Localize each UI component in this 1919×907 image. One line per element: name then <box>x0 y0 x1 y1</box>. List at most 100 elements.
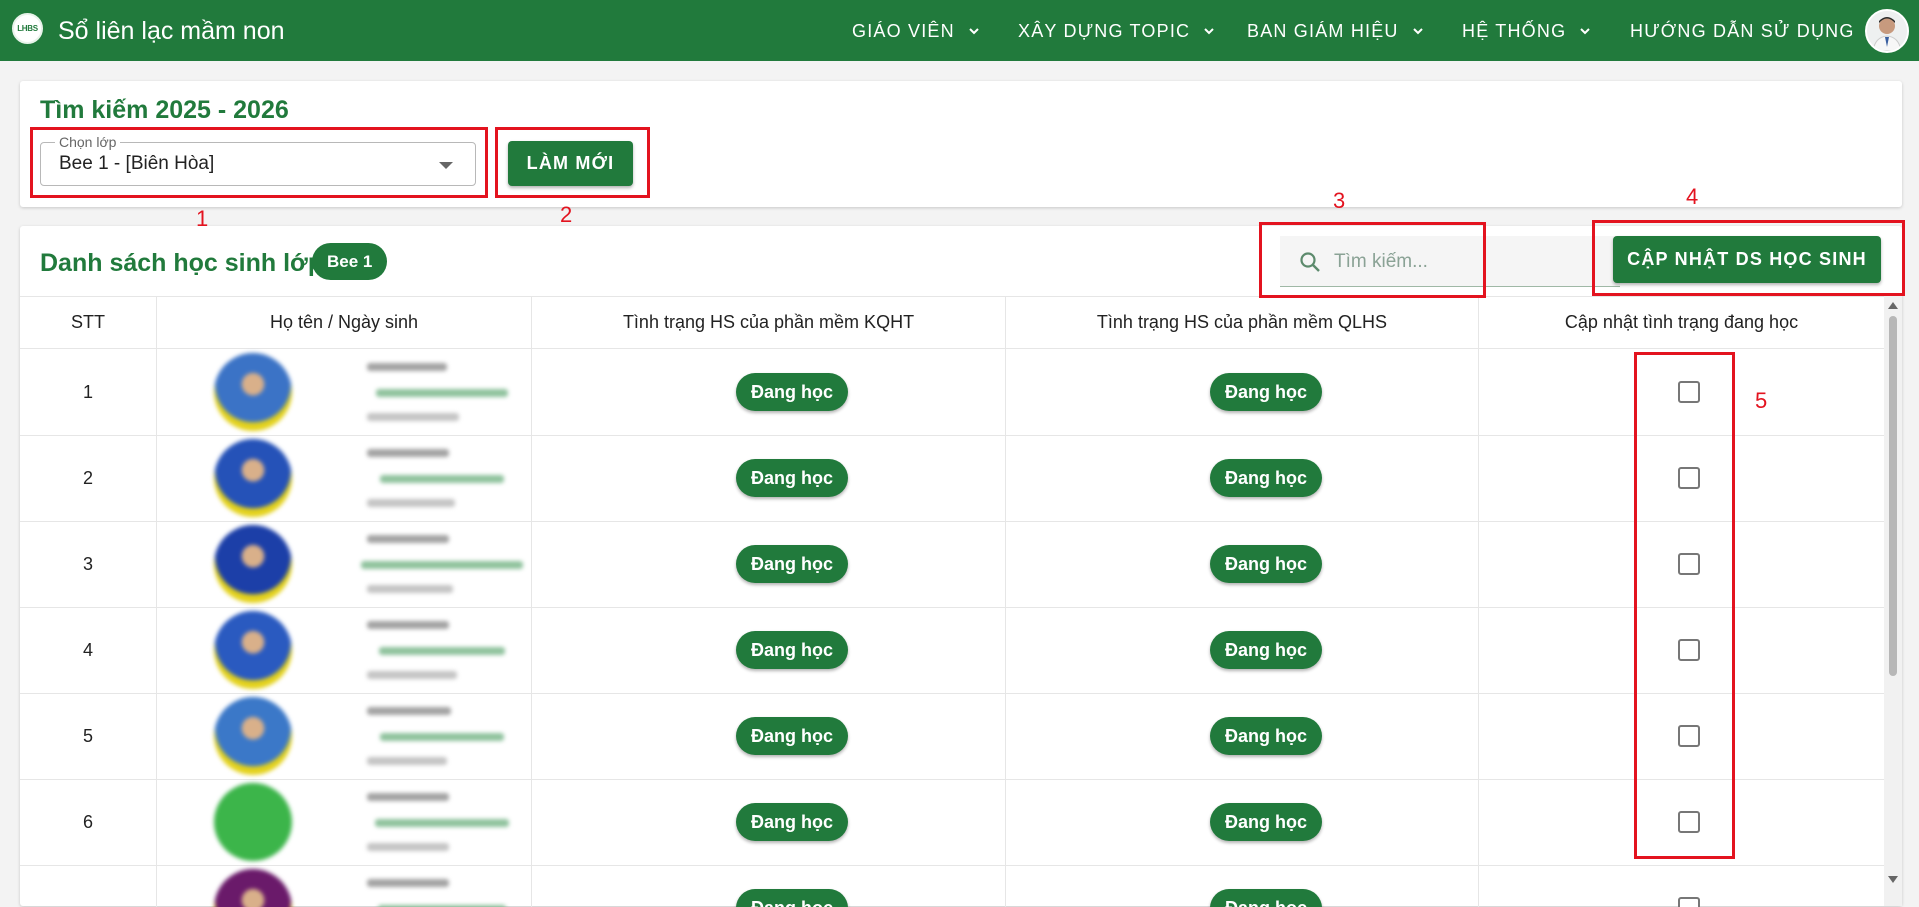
nav-he-thong[interactable]: HỆ THỐNG <box>1462 19 1592 43</box>
student-birthday-redacted <box>367 671 457 679</box>
student-search-input[interactable] <box>1332 244 1606 280</box>
cell-qlhs-status: Đang học <box>1006 349 1479 435</box>
status-badge: Đang học <box>1210 631 1323 669</box>
student-code-redacted <box>367 707 451 715</box>
cell-update-status <box>1479 779 1884 865</box>
status-badge: Đang học <box>1210 545 1323 583</box>
nav-label: XÂY DỰNG TOPIC <box>1018 21 1191 41</box>
chevron-down-icon <box>1202 24 1216 38</box>
cell-kqht-status: Đang học <box>532 693 1006 779</box>
status-badge: Đang học <box>736 803 849 841</box>
search-card: Tìm kiếm 2025 - 2026 Chọn lớp Bee 1 - [B… <box>20 81 1902 207</box>
table-row: Đang họcĐang học <box>20 865 1884 907</box>
cell-stt: 3 <box>20 521 157 607</box>
student-name-redacted <box>379 647 505 655</box>
cell-kqht-status: Đang học <box>532 349 1006 435</box>
status-badge: Đang học <box>1210 803 1323 841</box>
annotation-number-5: 5 <box>1755 388 1768 413</box>
cell-update-status <box>1479 607 1884 693</box>
student-name-redacted <box>380 475 504 483</box>
class-select[interactable]: Chọn lớp Bee 1 - [Biên Hòa] <box>40 134 476 186</box>
annotation-number-3: 3 <box>1333 188 1346 213</box>
table-header: STT Họ tên / Ngày sinh Tình trạng HS của… <box>20 297 1884 349</box>
cell-qlhs-status: Đang học <box>1006 435 1479 521</box>
annotation-number-2: 2 <box>560 202 573 227</box>
cell-update-status <box>1479 865 1884 907</box>
chevron-down-icon <box>967 24 981 38</box>
cell-update-status <box>1479 521 1884 607</box>
cell-qlhs-status: Đang học <box>1006 865 1479 907</box>
student-avatar <box>214 439 292 517</box>
cell-kqht-status: Đang học <box>532 865 1006 907</box>
header-update-status: Cập nhật tình trạng đang học <box>1564 312 1799 332</box>
status-checkbox[interactable] <box>1678 725 1700 747</box>
status-checkbox[interactable] <box>1678 897 1700 907</box>
class-select-value: Bee 1 - [Biên Hòa] <box>59 153 215 174</box>
user-avatar[interactable] <box>1865 9 1909 53</box>
student-birthday-redacted <box>367 757 447 765</box>
cell-update-status <box>1479 693 1884 779</box>
cell-stt: 6 <box>20 779 157 865</box>
student-avatar <box>214 697 292 775</box>
app-logo[interactable]: LHBS <box>12 13 43 44</box>
student-avatar <box>214 353 292 431</box>
status-badge: Đang học <box>736 717 849 755</box>
cell-name-birthday <box>157 779 532 865</box>
search-icon <box>1298 250 1322 274</box>
class-chip: Bee 1 <box>312 243 388 280</box>
app-title[interactable]: Sổ liên lạc mầm non <box>58 16 285 46</box>
student-birthday-redacted <box>367 413 459 421</box>
caret-down-icon <box>439 162 453 169</box>
table-row: 4 Đang học Đang học <box>20 607 1884 694</box>
scroll-up-arrow-icon[interactable] <box>1888 302 1898 309</box>
status-checkbox[interactable] <box>1678 639 1700 661</box>
header-name: Họ tên / Ngày sinh <box>157 297 532 348</box>
cell-name-birthday <box>157 865 532 907</box>
cell-qlhs-status: Đang học <box>1006 607 1479 693</box>
refresh-button[interactable]: LÀM MỚI <box>508 141 633 186</box>
scrollbar-thumb[interactable] <box>1889 316 1897 676</box>
student-list-card: Danh sách học sinh lớp Bee 1 CẬP NHẬT DS… <box>20 226 1902 907</box>
student-name-redacted <box>361 561 523 569</box>
status-checkbox[interactable] <box>1678 553 1700 575</box>
cell-stt: 4 <box>20 607 157 693</box>
cell-stt <box>20 865 157 907</box>
nav-ban-giam-hieu[interactable]: BAN GIÁM HIỆU <box>1247 19 1425 43</box>
cell-qlhs-status: Đang học <box>1006 693 1479 779</box>
status-badge: Đang học <box>736 545 849 583</box>
student-search-field[interactable] <box>1280 236 1620 287</box>
cell-name-birthday <box>157 349 532 435</box>
cell-update-status <box>1479 435 1884 521</box>
nav-xay-dung-topic[interactable]: XÂY DỰNG TOPIC <box>1018 19 1216 43</box>
status-checkbox[interactable] <box>1678 381 1700 403</box>
table-row: 1 Đang học Đang học <box>20 349 1884 436</box>
nav-giao-vien[interactable]: GIÁO VIÊN <box>852 19 981 43</box>
nav-label: HƯỚNG DẪN SỬ DỤNG <box>1630 21 1855 41</box>
search-card-title: Tìm kiếm 2025 - 2026 <box>40 96 289 124</box>
status-badge: Đang học <box>736 373 849 411</box>
logo-text: LHBS <box>17 24 38 33</box>
student-name-redacted <box>375 819 509 827</box>
update-student-list-button[interactable]: CẬP NHẬT DS HỌC SINH <box>1613 236 1881 283</box>
student-code-redacted <box>367 449 449 457</box>
nav-huong-dan[interactable]: HƯỚNG DẪN SỬ DỤNG <box>1630 19 1855 43</box>
cell-kqht-status: Đang học <box>532 607 1006 693</box>
chevron-down-icon <box>1578 24 1592 38</box>
header-kqht: Tình trạng HS của phần mềm KQHT <box>532 297 1006 348</box>
student-code-redacted <box>367 879 449 887</box>
table-row: 6 Đang học Đang học <box>20 779 1884 866</box>
cell-kqht-status: Đang học <box>532 521 1006 607</box>
header-qlhs: Tình trạng HS của phần mềm QLHS <box>1006 297 1479 348</box>
cell-name-birthday <box>157 607 532 693</box>
student-table: STT Họ tên / Ngày sinh Tình trạng HS của… <box>20 296 1884 907</box>
status-checkbox[interactable] <box>1678 811 1700 833</box>
student-code-redacted <box>367 793 449 801</box>
cell-stt: 1 <box>20 349 157 435</box>
table-row: 2 Đang học Đang học <box>20 435 1884 522</box>
scroll-down-arrow-icon[interactable] <box>1888 876 1898 883</box>
cell-name-birthday <box>157 521 532 607</box>
cell-kqht-status: Đang học <box>532 435 1006 521</box>
table-scrollbar[interactable] <box>1884 296 1902 906</box>
status-checkbox[interactable] <box>1678 467 1700 489</box>
cell-update-status <box>1479 349 1884 435</box>
